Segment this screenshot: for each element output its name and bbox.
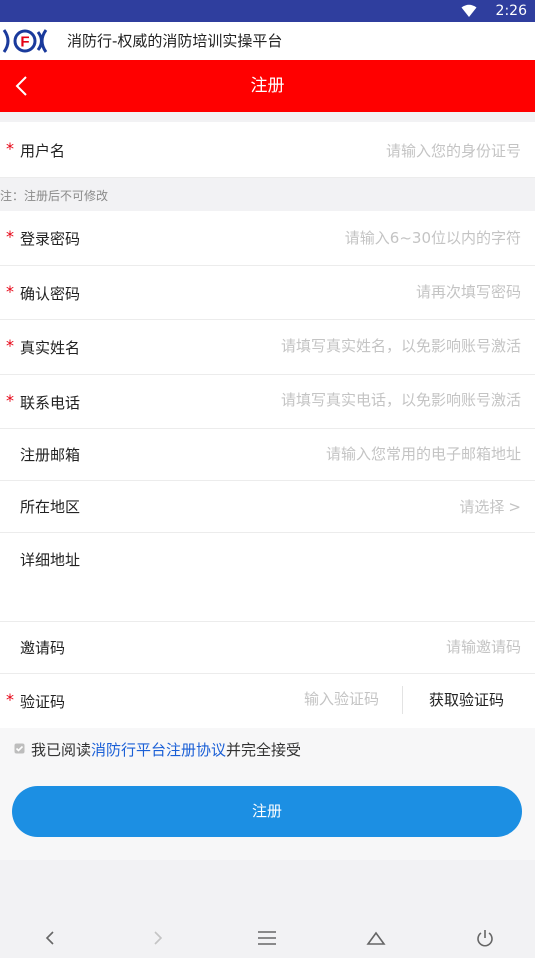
email-row[interactable]: 注册邮箱 请输入您常用的电子邮箱地址: [0, 429, 535, 481]
email-input[interactable]: 请输入您常用的电子邮箱地址: [326, 443, 521, 464]
get-vcode-button[interactable]: 获取验证码: [429, 689, 504, 710]
agreement-link[interactable]: 消防行平台注册协议: [91, 741, 226, 759]
username-note-text: 注：注册后不可修改: [0, 189, 109, 203]
username-label: 用户名: [20, 142, 66, 160]
agreement: 我已阅读消防行平台注册协议并完全接受: [14, 739, 301, 760]
password-input[interactable]: 请输入6~30位以内的字符: [345, 227, 521, 248]
username-note: 注：注册后不可修改: [0, 178, 535, 211]
region-row[interactable]: 所在地区 请选择 >: [0, 481, 535, 533]
invite-label: 邀请码: [20, 639, 66, 657]
wifi-icon: [461, 4, 477, 17]
email-label: 注册邮箱: [20, 446, 81, 464]
svg-text:F: F: [20, 34, 29, 51]
chevron-right-icon: >: [508, 498, 521, 516]
required-mark: *: [6, 690, 14, 709]
phone-input[interactable]: 请填写真实电话，以免影响账号激活: [281, 389, 521, 410]
power-icon[interactable]: [473, 926, 497, 950]
register-button[interactable]: 注册: [12, 786, 522, 837]
required-mark: *: [6, 391, 14, 410]
password-label: 登录密码: [20, 230, 81, 248]
username-input[interactable]: 请输入您的身份证号: [386, 140, 521, 161]
app-logo: F: [2, 29, 48, 53]
region-label: 所在地区: [20, 498, 81, 516]
address-row[interactable]: 详细地址: [0, 533, 535, 622]
required-mark: *: [6, 282, 14, 301]
home-icon[interactable]: [364, 926, 388, 950]
nav-bar: 注册: [0, 60, 535, 112]
confirm-password-label: 确认密码: [20, 285, 81, 303]
required-mark: *: [6, 139, 14, 158]
page-title: 注册: [250, 76, 285, 96]
checkbox-icon[interactable]: [14, 743, 25, 754]
agreement-prefix: 我已阅读: [31, 741, 92, 759]
confirm-password-input[interactable]: 请再次填写密码: [416, 281, 521, 302]
back-icon[interactable]: [38, 926, 62, 950]
forward-icon[interactable]: [146, 926, 170, 950]
address-label: 详细地址: [20, 551, 81, 569]
region-value: 请选择: [459, 498, 505, 516]
phone-label: 联系电话: [20, 394, 81, 412]
divider: [402, 686, 403, 714]
realname-row[interactable]: * 真实姓名 请填写真实姓名，以免影响账号激活: [0, 320, 535, 375]
system-nav-bar: [0, 918, 535, 958]
confirm-password-row[interactable]: * 确认密码 请再次填写密码: [0, 266, 535, 320]
password-row[interactable]: * 登录密码 请输入6~30位以内的字符: [0, 211, 535, 266]
vcode-input[interactable]: 输入验证码: [304, 688, 379, 709]
realname-label: 真实姓名: [20, 339, 81, 357]
region-select[interactable]: 请选择 >: [459, 496, 521, 517]
app-title: 消防行-权威的消防培训实操平台: [67, 32, 283, 50]
required-mark: *: [6, 336, 14, 355]
required-mark: *: [6, 227, 14, 246]
app-header: F 消防行-权威的消防培训实操平台: [0, 22, 535, 60]
agreement-suffix: 并完全接受: [226, 741, 302, 759]
menu-icon[interactable]: [255, 926, 279, 950]
phone-row[interactable]: * 联系电话 请填写真实电话，以免影响账号激活: [0, 375, 535, 429]
status-bar: 2:26: [0, 0, 535, 22]
invite-row[interactable]: 邀请码 请输邀请码: [0, 622, 535, 674]
invite-input[interactable]: 请输邀请码: [446, 636, 521, 657]
status-time: 2:26: [495, 3, 527, 19]
realname-input[interactable]: 请填写真实姓名，以免影响账号激活: [281, 335, 521, 356]
vcode-row[interactable]: * 验证码 输入验证码 获取验证码: [0, 674, 535, 728]
username-row[interactable]: * 用户名 请输入您的身份证号: [0, 122, 535, 178]
vcode-label: 验证码: [20, 693, 66, 711]
